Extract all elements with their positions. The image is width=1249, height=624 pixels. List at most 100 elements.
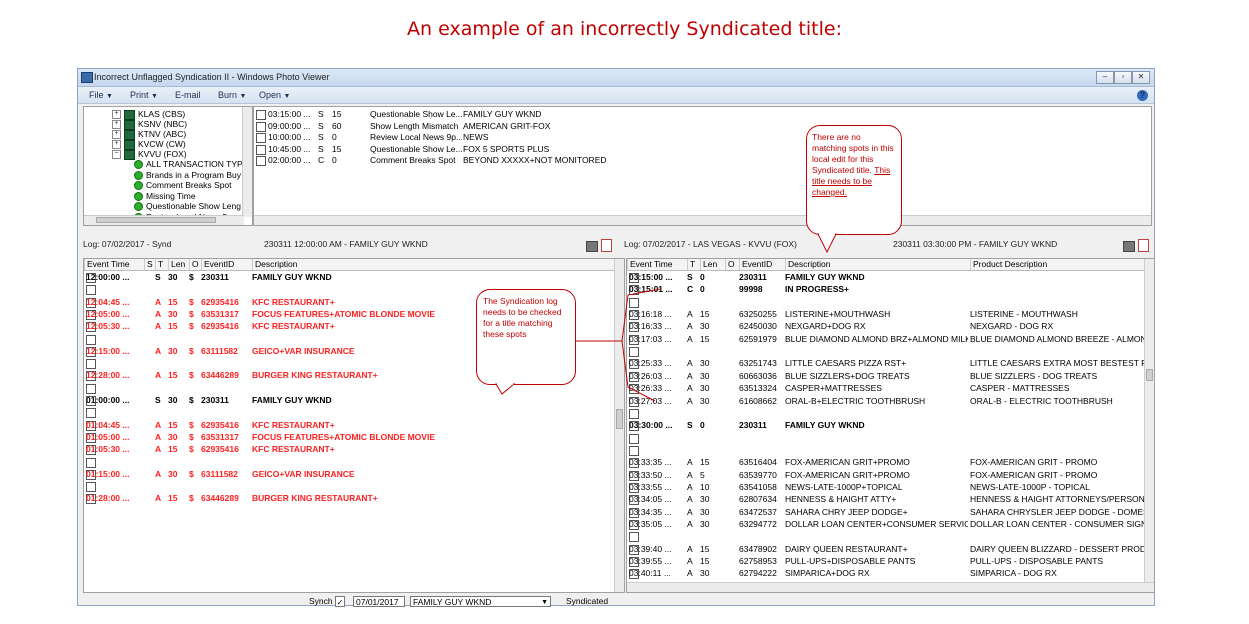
tree-exception-type[interactable]: Questionable Show Leng [134, 201, 241, 212]
right-scrollbar-v[interactable] [1144, 259, 1154, 582]
table-row[interactable]: 03:33:55 ... A 10 63541058 NEWS-LATE-1000P+T… [627, 481, 1147, 493]
row-checkbox[interactable] [86, 285, 96, 296]
column-header[interactable]: Description [785, 259, 968, 270]
row-checkbox[interactable] [86, 482, 96, 493]
table-row[interactable]: 03:33:35 ... A 15 63516404 FOX-AMERICAN GRIT… [627, 456, 1147, 469]
table-row[interactable]: 03:16:18 ... A 15 63250255 LISTERINE+MOUTHWA… [627, 308, 1147, 321]
table-row[interactable]: 01:00:00 ... S 30 $230311 FAMILY GUY WKND [84, 394, 614, 406]
table-row[interactable]: 03:39:55 ... A 15 62758953 PULL-UPS+DISPOSAB… [627, 555, 1147, 568]
title-select[interactable]: FAMILY GUY WKND ▼ [410, 596, 551, 607]
expand-icon[interactable]: + [112, 120, 121, 130]
table-row[interactable] [627, 345, 1147, 358]
table-row[interactable]: 03:30:00 ... S 0 230311 FAMILY GUY WKND [627, 419, 1147, 432]
exception-row[interactable]: 10:45:00 ... S 15 Questionable Show Le... FO… [256, 143, 1146, 155]
table-row[interactable]: 03:17:03 ... A 15 62591979 BLUE DIAMOND ALMO… [627, 333, 1147, 345]
menu-file[interactable]: File ▼ [89, 90, 113, 100]
tree-exception-type[interactable]: Comment Breaks Spot [134, 180, 232, 191]
table-row[interactable]: 03:40:11 ... A 30 62794222 SIMPARICA+DOG RX S… [627, 567, 1147, 580]
row-checkbox[interactable] [86, 408, 96, 419]
row-checkbox[interactable] [629, 297, 639, 308]
row-checkbox[interactable] [629, 408, 639, 419]
tree-station[interactable]: + KSNV (NBC) [112, 119, 187, 130]
exception-row[interactable]: 09:00:00 ... S 60 Show Length Mismatch AMERI… [256, 120, 1146, 132]
row-checkbox[interactable] [256, 144, 266, 155]
row-checkbox[interactable] [256, 156, 266, 166]
row-checkbox[interactable] [256, 110, 266, 120]
synch-checkbox[interactable]: ✓ [335, 596, 345, 607]
date-field[interactable]: 07/01/2017 [353, 596, 405, 607]
table-row[interactable]: 03:35:05 ... A 30 63294772 DOLLAR LOAN CENTE… [627, 518, 1147, 530]
tree-station[interactable]: + KLAS (CBS) [112, 109, 185, 120]
row-checkbox[interactable] [629, 532, 639, 543]
table-row[interactable] [627, 432, 1147, 444]
row-checkbox[interactable] [86, 457, 96, 468]
row-checkbox[interactable] [86, 359, 96, 370]
row-checkbox[interactable] [629, 347, 639, 358]
column-header[interactable]: Event Time [627, 259, 687, 270]
table-row[interactable]: 03:26:33 ... A 30 63513324 CASPER+MATTRESSES… [627, 382, 1147, 395]
column-header[interactable]: Product Description [970, 259, 1145, 270]
column-header[interactable]: Len [700, 259, 720, 270]
minimize-button[interactable]: – [1096, 71, 1114, 84]
scroll-thumb[interactable] [96, 217, 216, 223]
table-row[interactable]: 03:15:01 ... C 0 99998 IN PROGRESS+ [627, 283, 1147, 296]
table-row[interactable] [627, 296, 1147, 308]
table-row[interactable]: 03:33:50 ... A 5 63539770 FOX-AMERICAN GRIT+… [627, 469, 1147, 481]
tree-scrollbar-v[interactable] [242, 107, 252, 217]
table-row[interactable]: 01:28:00 ... A 15 $63446289 BURGER KING REST… [84, 492, 614, 505]
tree-station[interactable]: + KTNV (ABC) [112, 129, 186, 140]
menu-burn[interactable]: Burn ▼ [218, 90, 246, 100]
table-row[interactable]: 03:16:33 ... A 30 62450030 NEXGARD+DOG RX NEX… [627, 320, 1147, 333]
row-checkbox[interactable] [629, 445, 639, 456]
column-header[interactable]: EventID [201, 259, 246, 270]
exception-row[interactable]: 10:00:00 ... S 0 Review Local News 9p... NEW… [256, 131, 1146, 143]
column-header[interactable]: Event Time [84, 259, 144, 270]
column-header[interactable]: Len [168, 259, 188, 270]
table-row[interactable] [84, 456, 614, 468]
tree-exception-type[interactable]: Missing Time [134, 191, 196, 201]
close-button[interactable]: ✕ [1132, 71, 1150, 84]
table-row[interactable]: 03:25:33 ... A 30 63251743 LITTLE CAESARS PI… [627, 357, 1147, 370]
tree-station[interactable]: − KVVU (FOX) [112, 149, 187, 160]
row-checkbox[interactable] [86, 334, 96, 345]
exception-row[interactable]: 02:00:00 ... C 0 Comment Breaks Spot BEYOND … [256, 154, 1146, 166]
table-row[interactable]: 01:04:45 ... A 15 $62935416 KFC RESTAURANT+ [84, 419, 614, 431]
table-row[interactable]: 12:00:00 ... S 30 $230311 FAMILY GUY WKND [84, 271, 614, 283]
export-icon[interactable] [1138, 239, 1149, 252]
column-header[interactable]: O [725, 259, 737, 270]
table-row[interactable]: 03:34:05 ... A 30 62807634 HENNESS & HAIGHT … [627, 493, 1147, 506]
table-row[interactable]: 03:15:00 ... S 0 230311 FAMILY GUY WKND [627, 271, 1147, 283]
table-row[interactable]: 03:26:03 ... A 30 60663036 BLUE SIZZLERS+DOG… [627, 370, 1147, 382]
expand-icon[interactable]: + [112, 140, 121, 150]
scroll-thumb[interactable] [1146, 369, 1153, 381]
table-row[interactable]: 01:05:30 ... A 15 $62935416 KFC RESTAURANT+ [84, 443, 614, 456]
table-row[interactable]: 03:39:40 ... A 15 63478902 DAIRY QUEEN RESTA… [627, 543, 1147, 555]
table-row[interactable] [627, 530, 1147, 543]
table-row[interactable]: 03:27:03 ... A 30 61608662 ORAL-B+ELECTRIC T… [627, 395, 1147, 407]
expand-icon[interactable]: + [112, 110, 121, 120]
row-checkbox[interactable] [629, 433, 639, 444]
menu-open[interactable]: Open ▼ [259, 90, 290, 100]
maximize-button[interactable]: ▫ [1114, 71, 1132, 84]
tree-station[interactable]: + KVCW (CW) [112, 139, 186, 150]
help-icon[interactable]: ? [1137, 90, 1148, 101]
export-icon[interactable] [601, 239, 612, 252]
right-scrollbar-h[interactable] [627, 582, 1154, 592]
print-icon[interactable] [1123, 241, 1135, 252]
row-checkbox[interactable] [256, 121, 266, 132]
table-row[interactable] [627, 444, 1147, 456]
tree-exception-type[interactable]: Brands in a Program Buy [134, 170, 241, 180]
menu-print[interactable]: Print ▼ [130, 90, 158, 100]
tree-exception-type[interactable]: ALL TRANSACTION TYP [134, 159, 243, 170]
scroll-thumb[interactable] [616, 409, 623, 429]
column-header[interactable]: T [687, 259, 699, 270]
table-row[interactable]: 03:40:55 ...A3063473026DESERT 215 SUPERS… [627, 592, 1147, 593]
column-header[interactable]: Description [252, 259, 602, 270]
row-checkbox[interactable] [256, 133, 266, 143]
table-row[interactable] [84, 480, 614, 493]
column-header[interactable]: S [144, 259, 154, 270]
print-icon[interactable] [586, 241, 598, 252]
column-header[interactable]: T [155, 259, 167, 270]
expand-icon[interactable]: + [112, 130, 121, 140]
menu-email[interactable]: E-mail [175, 90, 201, 100]
